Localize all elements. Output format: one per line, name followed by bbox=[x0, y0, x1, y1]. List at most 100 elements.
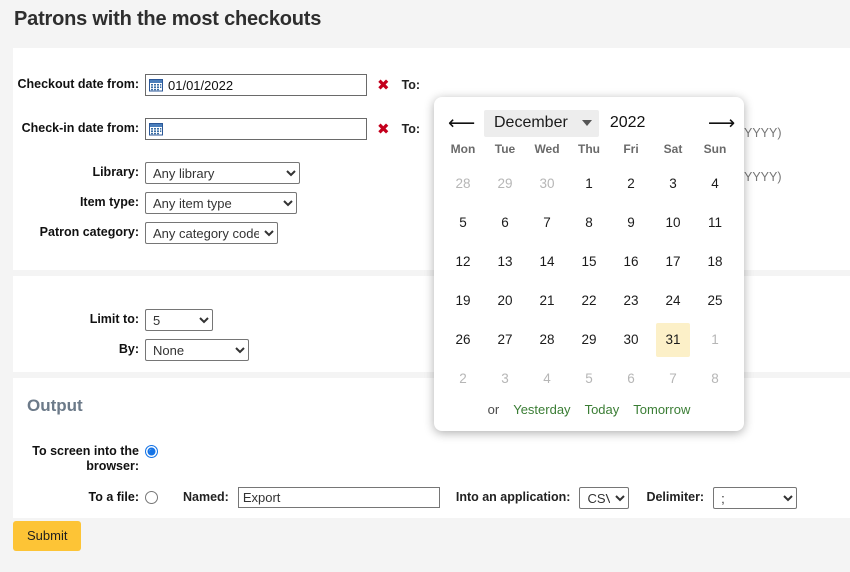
year-label: 2022 bbox=[610, 114, 646, 132]
day-cell[interactable]: 15 bbox=[568, 242, 610, 281]
day-cell[interactable]: 25 bbox=[694, 281, 736, 320]
checkin-date-to-label: To: bbox=[402, 118, 421, 140]
output-legend: Output bbox=[27, 396, 83, 416]
day-cell[interactable]: 3 bbox=[484, 359, 526, 398]
day-number: 28 bbox=[446, 167, 480, 201]
day-cell[interactable]: 2 bbox=[442, 359, 484, 398]
application-select[interactable]: CSV bbox=[579, 487, 629, 509]
day-cell[interactable]: 16 bbox=[610, 242, 652, 281]
day-cell[interactable]: 6 bbox=[610, 359, 652, 398]
to-file-row: To a file: Named: Into an application: C… bbox=[13, 487, 797, 509]
day-number: 13 bbox=[488, 245, 522, 279]
day-name-sun: Sun bbox=[694, 142, 736, 156]
application-label: Into an application: bbox=[456, 487, 571, 508]
day-cell[interactable]: 6 bbox=[484, 203, 526, 242]
day-number: 11 bbox=[698, 206, 732, 240]
submit-button[interactable]: Submit bbox=[13, 521, 81, 551]
day-cell[interactable]: 26 bbox=[442, 320, 484, 359]
named-label: Named: bbox=[183, 487, 229, 508]
day-cell[interactable]: 18 bbox=[694, 242, 736, 281]
day-cell[interactable]: 17 bbox=[652, 242, 694, 281]
item-type-row: Item type: Any item type bbox=[13, 192, 297, 214]
today-link[interactable]: Today bbox=[585, 402, 620, 417]
day-cell-selected[interactable]: 31 bbox=[652, 320, 694, 359]
item-type-select[interactable]: Any item type bbox=[145, 192, 297, 214]
by-label: By: bbox=[13, 339, 145, 357]
checkin-date-from-input[interactable] bbox=[145, 118, 367, 140]
day-name-tue: Tue bbox=[484, 142, 526, 156]
day-cell[interactable]: 30 bbox=[610, 320, 652, 359]
day-number: 21 bbox=[530, 284, 564, 318]
day-cell[interactable]: 12 bbox=[442, 242, 484, 281]
month-dropdown[interactable]: December bbox=[484, 110, 599, 137]
library-select[interactable]: Any library bbox=[145, 162, 300, 184]
to-screen-radio[interactable] bbox=[145, 445, 158, 458]
day-number: 30 bbox=[614, 323, 648, 357]
day-cell[interactable]: 8 bbox=[568, 203, 610, 242]
checkout-date-from-input[interactable]: 01/01/2022 bbox=[145, 74, 367, 96]
library-row: Library: Any library bbox=[13, 162, 300, 184]
day-cell[interactable]: 21 bbox=[526, 281, 568, 320]
day-cell[interactable]: 19 bbox=[442, 281, 484, 320]
delimiter-select[interactable]: ; bbox=[713, 487, 797, 509]
clear-checkout-date-from-icon[interactable]: ✖ bbox=[377, 74, 390, 96]
day-cell[interactable]: 8 bbox=[694, 359, 736, 398]
arrow-left-icon[interactable]: ⟵ bbox=[448, 114, 470, 133]
day-cell[interactable]: 29 bbox=[484, 164, 526, 203]
day-cell[interactable]: 27 bbox=[484, 320, 526, 359]
day-cell[interactable]: 7 bbox=[526, 203, 568, 242]
named-input[interactable] bbox=[238, 487, 440, 508]
day-cell[interactable]: 11 bbox=[694, 203, 736, 242]
day-number: 22 bbox=[572, 284, 606, 318]
datepicker-footer: or Yesterday Today Tomorrow bbox=[434, 402, 744, 417]
day-number: 14 bbox=[530, 245, 564, 279]
day-cell[interactable]: 4 bbox=[694, 164, 736, 203]
day-number: 12 bbox=[446, 245, 480, 279]
day-number: 16 bbox=[614, 245, 648, 279]
datepicker-header: ⟵ December 2022 ⟶ bbox=[434, 103, 744, 143]
day-cell[interactable]: 13 bbox=[484, 242, 526, 281]
day-cell[interactable]: 14 bbox=[526, 242, 568, 281]
datepicker-grid[interactable]: 2829301234567891011121314151617181920212… bbox=[434, 164, 744, 398]
day-cell[interactable]: 29 bbox=[568, 320, 610, 359]
day-cell[interactable]: 23 bbox=[610, 281, 652, 320]
day-cell[interactable]: 5 bbox=[442, 203, 484, 242]
delimiter-label: Delimiter: bbox=[646, 487, 704, 508]
checkin-date-label: Check-in date from: bbox=[13, 118, 145, 136]
day-number: 24 bbox=[656, 284, 690, 318]
by-select[interactable]: None bbox=[145, 339, 249, 361]
day-cell[interactable]: 22 bbox=[568, 281, 610, 320]
arrow-right-icon[interactable]: ⟶ bbox=[708, 114, 730, 133]
limit-to-select[interactable]: 5 bbox=[145, 309, 213, 331]
day-cell[interactable]: 30 bbox=[526, 164, 568, 203]
day-cell[interactable]: 3 bbox=[652, 164, 694, 203]
day-cell[interactable]: 2 bbox=[610, 164, 652, 203]
limit-to-row: Limit to: 5 bbox=[13, 309, 213, 331]
day-cell[interactable]: 20 bbox=[484, 281, 526, 320]
day-cell[interactable]: 28 bbox=[526, 320, 568, 359]
day-cell[interactable]: 1 bbox=[568, 164, 610, 203]
tomorrow-link[interactable]: Tomorrow bbox=[633, 402, 690, 417]
day-number: 29 bbox=[572, 323, 606, 357]
clear-checkin-date-from-icon[interactable]: ✖ bbox=[377, 118, 390, 140]
to-file-radio[interactable] bbox=[145, 491, 158, 504]
day-cell[interactable]: 10 bbox=[652, 203, 694, 242]
day-number: 28 bbox=[530, 323, 564, 357]
month-label: December bbox=[494, 114, 568, 132]
day-cell[interactable]: 24 bbox=[652, 281, 694, 320]
day-cell[interactable]: 28 bbox=[442, 164, 484, 203]
day-number: 27 bbox=[488, 323, 522, 357]
day-cell[interactable]: 7 bbox=[652, 359, 694, 398]
to-screen-row: To screen into the browser: bbox=[13, 441, 158, 474]
day-cell[interactable]: 4 bbox=[526, 359, 568, 398]
patron-category-label: Patron category: bbox=[13, 222, 145, 240]
calendar-icon bbox=[149, 122, 163, 136]
patron-category-select[interactable]: Any category code bbox=[145, 222, 278, 244]
day-cell[interactable]: 5 bbox=[568, 359, 610, 398]
day-cell[interactable]: 1 bbox=[694, 320, 736, 359]
checkout-date-row: Checkout date from: 01/01/2022 bbox=[13, 74, 420, 96]
day-number: 4 bbox=[698, 167, 732, 201]
day-cell[interactable]: 9 bbox=[610, 203, 652, 242]
yesterday-link[interactable]: Yesterday bbox=[513, 402, 570, 417]
datepicker-popup[interactable]: ⟵ December 2022 ⟶ MonTueWedThuFriSatSun … bbox=[434, 97, 744, 431]
